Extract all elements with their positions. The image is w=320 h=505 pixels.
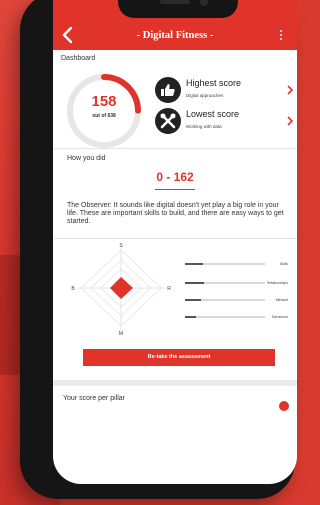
- score-ring: [67, 74, 141, 148]
- behaviour-label: Behaviour: [272, 315, 288, 319]
- lowest-score-badge: [155, 108, 181, 134]
- relationships-bar-fill: [185, 282, 205, 284]
- chevron-right-icon[interactable]: [287, 116, 293, 126]
- pillar-indicator: [279, 401, 289, 411]
- radar-axis-s: S: [119, 243, 123, 249]
- chevron-right-icon[interactable]: [287, 85, 293, 95]
- range-underline: [155, 189, 195, 190]
- phone-notch: [118, 0, 238, 18]
- radar-axis-m: M: [119, 331, 123, 336]
- lowest-score-subtitle: Working with data: [186, 124, 222, 129]
- highest-score-badge: [155, 77, 181, 103]
- profile-description: The Observer: It sounds like digital doe…: [67, 202, 284, 226]
- score-per-pillar-label: Your score per pillar: [63, 395, 125, 402]
- relationships-label: Relationships: [266, 281, 288, 285]
- radar-axis-b: B: [71, 286, 75, 292]
- divider: [53, 238, 297, 239]
- app-screen: - Digital Fitness - Dashboard 158 out of…: [53, 0, 297, 484]
- tools-icon: [160, 113, 176, 129]
- highest-score-title[interactable]: Highest score: [186, 78, 241, 88]
- retake-assessment-button[interactable]: Re-take the assessment: [83, 349, 275, 366]
- behaviour-bar-fill: [185, 316, 197, 318]
- highest-score-subtitle: Digital approaches: [186, 93, 224, 98]
- phone-frame: - Digital Fitness - Dashboard 158 out of…: [20, 0, 297, 499]
- skills-bar-fill: [185, 263, 203, 265]
- page-title: - Digital Fitness -: [136, 30, 214, 41]
- radar-data-area: [110, 277, 133, 299]
- more-vert-icon[interactable]: [278, 30, 284, 44]
- score-range: 0 - 162: [156, 170, 194, 184]
- mindset-label: Mindset: [275, 298, 288, 302]
- radar-axis-r: R: [167, 286, 171, 292]
- mindset-bar-fill: [185, 299, 201, 301]
- skills-label: Skills: [279, 262, 288, 266]
- how-you-did-label: How you did: [67, 155, 106, 162]
- divider: [53, 148, 297, 149]
- score-value: 158: [91, 93, 117, 110]
- lowest-score-title[interactable]: Lowest score: [186, 109, 239, 119]
- score-total: out of 638: [92, 113, 116, 119]
- radar-chart: S R M B: [71, 243, 171, 336]
- thumbs-up-icon: [161, 84, 175, 96]
- dashboard-label: Dashboard: [61, 55, 96, 62]
- section-divider: [53, 380, 297, 386]
